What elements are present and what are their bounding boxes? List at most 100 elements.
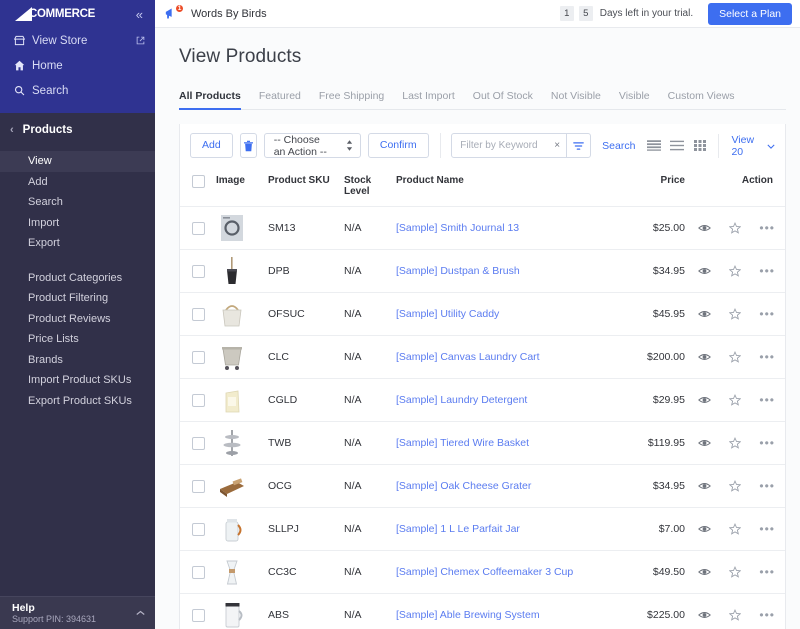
sidebar-item-export-product-skus[interactable]: Export Product SKUs <box>0 391 155 412</box>
sidebar-item-price-lists[interactable]: Price Lists <box>0 329 155 350</box>
eye-icon[interactable] <box>698 610 712 620</box>
ellipsis-icon[interactable]: ••• <box>759 480 775 492</box>
star-icon[interactable] <box>729 351 742 363</box>
product-name-link[interactable]: [Sample] Dustpan & Brush <box>396 265 520 277</box>
ellipsis-icon[interactable]: ••• <box>759 609 775 621</box>
row-checkbox[interactable] <box>192 479 205 493</box>
add-button[interactable]: Add <box>190 133 233 158</box>
star-icon[interactable] <box>729 523 742 535</box>
search-button[interactable]: Search <box>602 140 635 152</box>
star-icon[interactable] <box>729 308 742 320</box>
star-icon[interactable] <box>729 480 742 492</box>
ellipsis-icon[interactable]: ••• <box>759 566 775 578</box>
tab-out-of-stock[interactable]: Out Of Stock <box>464 90 542 109</box>
eye-icon[interactable] <box>698 266 712 276</box>
sidebar-item-home[interactable]: Home <box>0 53 155 78</box>
ellipsis-icon[interactable]: ••• <box>759 222 775 234</box>
row-checkbox[interactable] <box>192 307 205 321</box>
product-name-link[interactable]: [Sample] Chemex Coffeemaker 3 Cup <box>396 566 573 578</box>
product-name-link[interactable]: [Sample] Smith Journal 13 <box>396 222 519 234</box>
row-checkbox[interactable] <box>192 608 205 622</box>
ellipsis-icon[interactable]: ••• <box>759 523 775 535</box>
select-a-plan-button[interactable]: Select a Plan <box>708 2 792 25</box>
eye-icon[interactable] <box>698 223 712 233</box>
eye-icon[interactable] <box>698 524 712 534</box>
select-all-checkbox[interactable] <box>192 175 205 188</box>
sidebar-item-brands[interactable]: Brands <box>0 350 155 371</box>
filter-input[interactable] <box>460 140 549 151</box>
ellipsis-icon[interactable]: ••• <box>759 351 775 363</box>
eye-icon[interactable] <box>698 567 712 577</box>
star-icon[interactable] <box>729 222 742 234</box>
action-select[interactable]: -- Choose an Action -- <box>263 133 361 158</box>
product-name-link[interactable]: [Sample] 1 L Le Parfait Jar <box>396 523 520 535</box>
product-name-link[interactable]: [Sample] Canvas Laundry Cart <box>396 351 540 363</box>
clear-filter-icon[interactable]: × <box>548 140 566 151</box>
product-name-link[interactable]: [Sample] Utility Caddy <box>396 308 499 320</box>
row-name-cell: [Sample] 1 L Le Parfait Jar <box>396 507 611 551</box>
row-select-cell <box>180 292 216 336</box>
sidebar-collapse-button[interactable]: « <box>134 6 145 23</box>
star-icon[interactable] <box>729 437 742 449</box>
star-icon[interactable] <box>729 394 742 406</box>
grid-icon[interactable] <box>688 134 711 158</box>
row-checkbox[interactable] <box>192 221 205 235</box>
ellipsis-icon[interactable]: ••• <box>759 308 775 320</box>
trash-icon[interactable] <box>239 133 257 158</box>
tab-last-import[interactable]: Last Import <box>393 90 464 109</box>
eye-icon[interactable] <box>698 309 712 319</box>
chevron-up-icon[interactable] <box>136 608 145 619</box>
eye-icon[interactable] <box>698 438 712 448</box>
product-name-link[interactable]: [Sample] Oak Cheese Grater <box>396 480 531 492</box>
row-price-cell: $34.95 <box>611 249 685 293</box>
sidebar-item-search-products[interactable]: Search <box>0 192 155 213</box>
tab-all-products[interactable]: All Products <box>179 90 250 110</box>
sidebar-item-import-product-skus[interactable]: Import Product SKUs <box>0 370 155 391</box>
sidebar-item-view-store[interactable]: View Store <box>0 28 155 53</box>
star-icon[interactable] <box>729 265 742 277</box>
eye-icon[interactable] <box>698 481 712 491</box>
list-compact-icon[interactable] <box>642 134 665 158</box>
sidebar-item-product-categories[interactable]: Product Categories <box>0 268 155 289</box>
tab-visible[interactable]: Visible <box>610 90 659 109</box>
tab-featured[interactable]: Featured <box>250 90 310 109</box>
sidebar-item-product-reviews[interactable]: Product Reviews <box>0 309 155 330</box>
tab-custom-views[interactable]: Custom Views <box>659 90 744 109</box>
product-name-link[interactable]: [Sample] Tiered Wire Basket <box>396 437 529 449</box>
ellipsis-icon[interactable]: ••• <box>759 265 775 277</box>
tab-not-visible[interactable]: Not Visible <box>542 90 610 109</box>
tab-free-shipping[interactable]: Free Shipping <box>310 90 393 109</box>
row-checkbox[interactable] <box>192 393 205 407</box>
row-checkbox[interactable] <box>192 522 205 536</box>
sidebar-item-product-filtering[interactable]: Product Filtering <box>0 288 155 309</box>
sidebar-item-view[interactable]: View <box>0 151 155 172</box>
megaphone-icon[interactable]: 1 <box>164 3 184 23</box>
ellipsis-icon[interactable]: ••• <box>759 437 775 449</box>
funnel-icon[interactable] <box>566 134 590 157</box>
list-comfortable-icon[interactable] <box>665 134 688 158</box>
eye-icon[interactable] <box>698 352 712 362</box>
row-sku-cell: TWB <box>268 421 344 465</box>
sidebar-section-header-products[interactable]: ‹ Products <box>0 113 155 147</box>
row-image-cell <box>216 335 268 379</box>
sidebar-item-export[interactable]: Export <box>0 233 155 254</box>
row-checkbox[interactable] <box>192 565 205 579</box>
sidebar-help-panel[interactable]: Help Support PIN: 394631 <box>0 596 155 629</box>
sidebar-item-search[interactable]: Search <box>0 78 155 103</box>
sidebar-item-import[interactable]: Import <box>0 213 155 234</box>
sidebar-item-add[interactable]: Add <box>0 172 155 193</box>
confirm-button[interactable]: Confirm <box>367 133 429 158</box>
sidebar-item-label: View <box>28 155 52 168</box>
row-checkbox[interactable] <box>192 350 205 364</box>
row-action-cell: ••• <box>685 378 785 422</box>
bigcommerce-logo[interactable]: COMMERCE <box>12 6 95 22</box>
product-name-link[interactable]: [Sample] Laundry Detergent <box>396 394 527 406</box>
row-checkbox[interactable] <box>192 436 205 450</box>
star-icon[interactable] <box>729 566 742 578</box>
ellipsis-icon[interactable]: ••• <box>759 394 775 406</box>
star-icon[interactable] <box>729 609 742 621</box>
view-count-selector[interactable]: View 20 <box>718 133 775 158</box>
eye-icon[interactable] <box>698 395 712 405</box>
product-name-link[interactable]: [Sample] Able Brewing System <box>396 609 540 621</box>
row-checkbox[interactable] <box>192 264 205 278</box>
